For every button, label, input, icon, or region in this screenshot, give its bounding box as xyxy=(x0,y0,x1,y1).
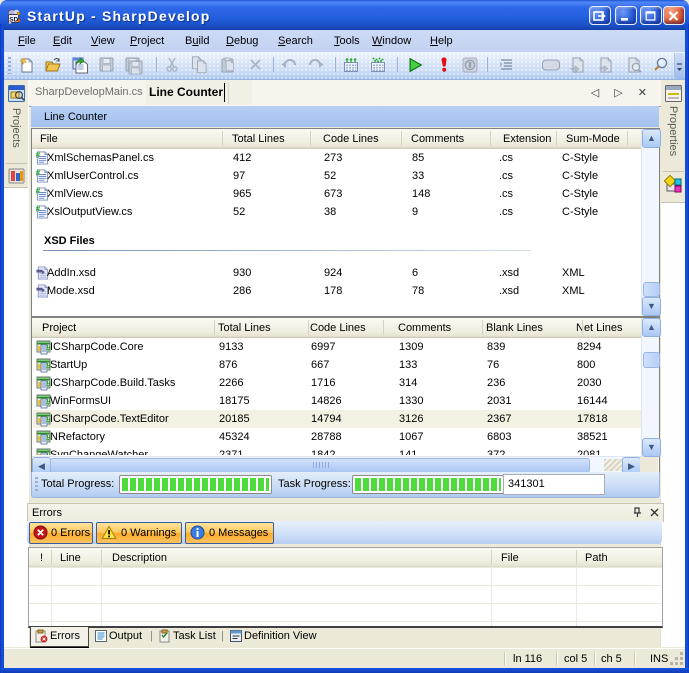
svg-text:#: # xyxy=(36,151,41,160)
svg-text:SD: SD xyxy=(9,16,18,23)
svg-text:#: # xyxy=(36,205,41,214)
svg-text:#: # xyxy=(36,187,41,196)
svg-text:#: # xyxy=(36,169,41,178)
